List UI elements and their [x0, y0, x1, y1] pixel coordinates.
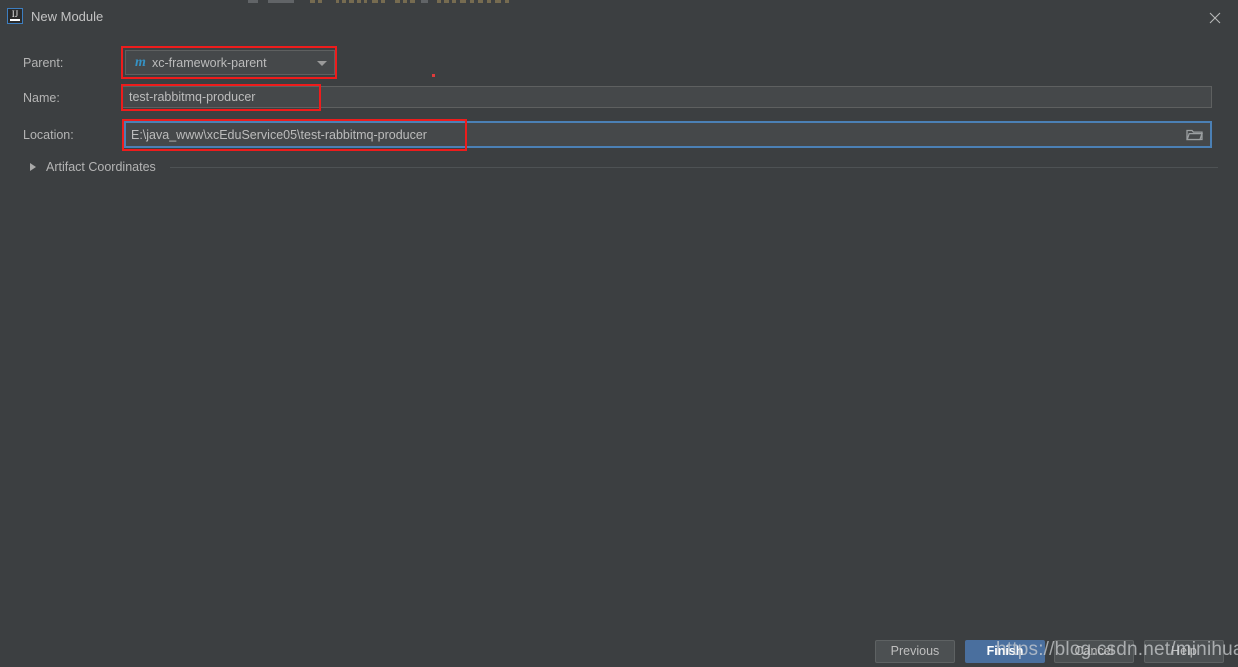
dialog-titlebar: IJ New Module [0, 3, 1238, 31]
annotation-dot [432, 74, 435, 77]
browse-folder-button[interactable] [1182, 125, 1208, 144]
parent-combobox[interactable]: m xc-framework-parent [125, 50, 335, 75]
artifact-coordinates-section[interactable]: Artifact Coordinates [0, 158, 1238, 176]
name-label: Name: [23, 91, 60, 105]
dialog-title: New Module [31, 9, 104, 24]
chevron-down-icon [317, 61, 327, 66]
parent-label: Parent: [23, 56, 64, 70]
close-button[interactable] [1192, 3, 1238, 31]
location-input[interactable]: E:\java_www\xcEduService05\test-rabbitmq… [124, 121, 1212, 148]
maven-module-icon: m [135, 55, 146, 70]
artifact-coordinates-label: Artifact Coordinates [46, 160, 156, 174]
finish-button[interactable]: Finish [965, 640, 1045, 663]
close-icon [1209, 12, 1221, 24]
app-icon-underline [10, 19, 20, 21]
parent-combobox-value: xc-framework-parent [152, 56, 267, 70]
section-separator [170, 167, 1218, 168]
previous-button[interactable]: Previous [875, 640, 955, 663]
name-input-value: test-rabbitmq-producer [129, 90, 256, 104]
help-button[interactable]: Help [1144, 640, 1224, 663]
chevron-right-icon [30, 163, 36, 171]
cancel-button[interactable]: Cancel [1054, 640, 1134, 663]
folder-icon [1186, 129, 1203, 141]
location-label: Location: [23, 128, 74, 142]
name-input[interactable]: test-rabbitmq-producer [122, 86, 1212, 108]
intellij-idea-icon: IJ [7, 8, 23, 24]
location-input-value: E:\java_www\xcEduService05\test-rabbitmq… [131, 128, 427, 142]
app-icon-glyph: IJ [11, 9, 19, 19]
new-module-dialog: IJ New Module Parent: m xc-framework-par… [0, 3, 1238, 667]
